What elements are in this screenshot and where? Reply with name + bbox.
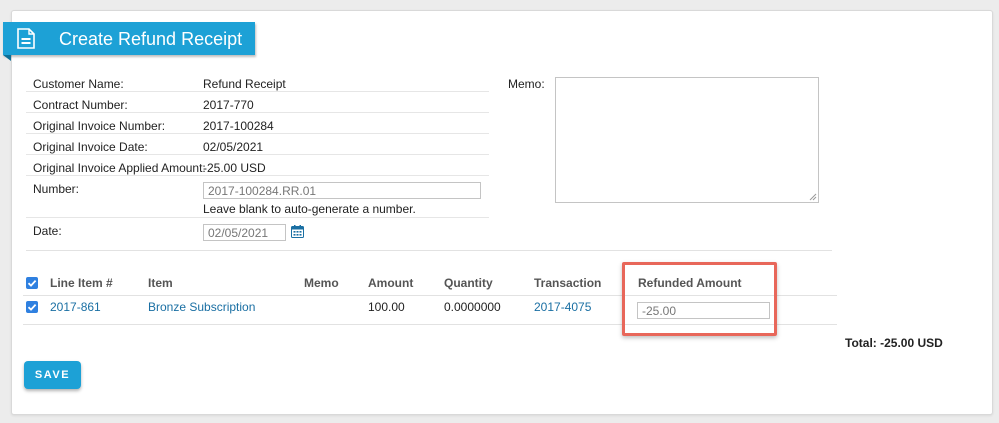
number-input[interactable] xyxy=(203,182,481,199)
customer-name-row: Customer Name: Refund Receipt xyxy=(26,71,489,92)
page-title: Create Refund Receipt xyxy=(59,29,243,49)
col-item: Item xyxy=(148,276,173,290)
line-item-link[interactable]: 2017-861 xyxy=(50,300,101,314)
transaction-link[interactable]: 2017-4075 xyxy=(534,300,591,314)
checkmark-icon xyxy=(27,303,37,311)
resize-grip-icon[interactable] xyxy=(809,193,817,201)
col-line-item: Line Item # xyxy=(50,276,113,290)
number-hint: Leave blank to auto-generate a number. xyxy=(203,202,416,216)
original-invoice-date-row: Original Invoice Date: 02/05/2021 xyxy=(26,134,489,155)
applied-amount-row: Original Invoice Applied Amount: -25.00 … xyxy=(26,155,489,176)
contract-number-value: 2017-770 xyxy=(203,98,254,112)
calendar-icon[interactable] xyxy=(291,225,304,238)
row-checkbox[interactable] xyxy=(26,301,38,313)
total-amount: Total: -25.00 USD xyxy=(845,336,943,350)
customer-name-value: Refund Receipt xyxy=(203,77,286,91)
checkmark-icon xyxy=(27,279,37,287)
select-all-checkbox[interactable] xyxy=(26,277,38,289)
applied-amount-value: -25.00 USD xyxy=(203,161,266,175)
save-button[interactable]: SAVE xyxy=(24,361,81,389)
contract-number-row: Contract Number: 2017-770 xyxy=(26,92,489,113)
applied-amount-label: Original Invoice Applied Amount: xyxy=(33,161,206,175)
original-invoice-number-row: Original Invoice Number: 2017-100284 xyxy=(26,113,489,134)
customer-name-label: Customer Name: xyxy=(33,77,124,91)
section-divider xyxy=(26,250,832,251)
original-invoice-number-label: Original Invoice Number: xyxy=(33,119,166,133)
number-label: Number: xyxy=(33,182,80,196)
original-invoice-date-label: Original Invoice Date: xyxy=(33,140,148,154)
memo-textarea[interactable] xyxy=(555,77,819,203)
col-memo: Memo xyxy=(304,276,339,290)
refunded-amount-highlight xyxy=(622,262,777,336)
row-amount: 100.00 xyxy=(368,300,405,314)
col-quantity: Quantity xyxy=(444,276,493,290)
item-link[interactable]: Bronze Subscription xyxy=(148,300,255,314)
original-invoice-date-value: 02/05/2021 xyxy=(203,140,264,154)
col-transaction: Transaction xyxy=(534,276,602,290)
memo-label: Memo: xyxy=(508,77,545,91)
title-banner: Create Refund Receipt xyxy=(3,22,255,61)
banner-fold xyxy=(3,55,11,61)
col-amount: Amount xyxy=(368,276,414,290)
document-icon xyxy=(17,28,35,49)
contract-number-label: Contract Number: xyxy=(33,98,128,112)
date-label: Date: xyxy=(33,224,62,238)
original-invoice-number-value: 2017-100284 xyxy=(203,119,274,133)
date-input[interactable] xyxy=(203,224,286,241)
row-quantity: 0.0000000 xyxy=(444,300,501,314)
